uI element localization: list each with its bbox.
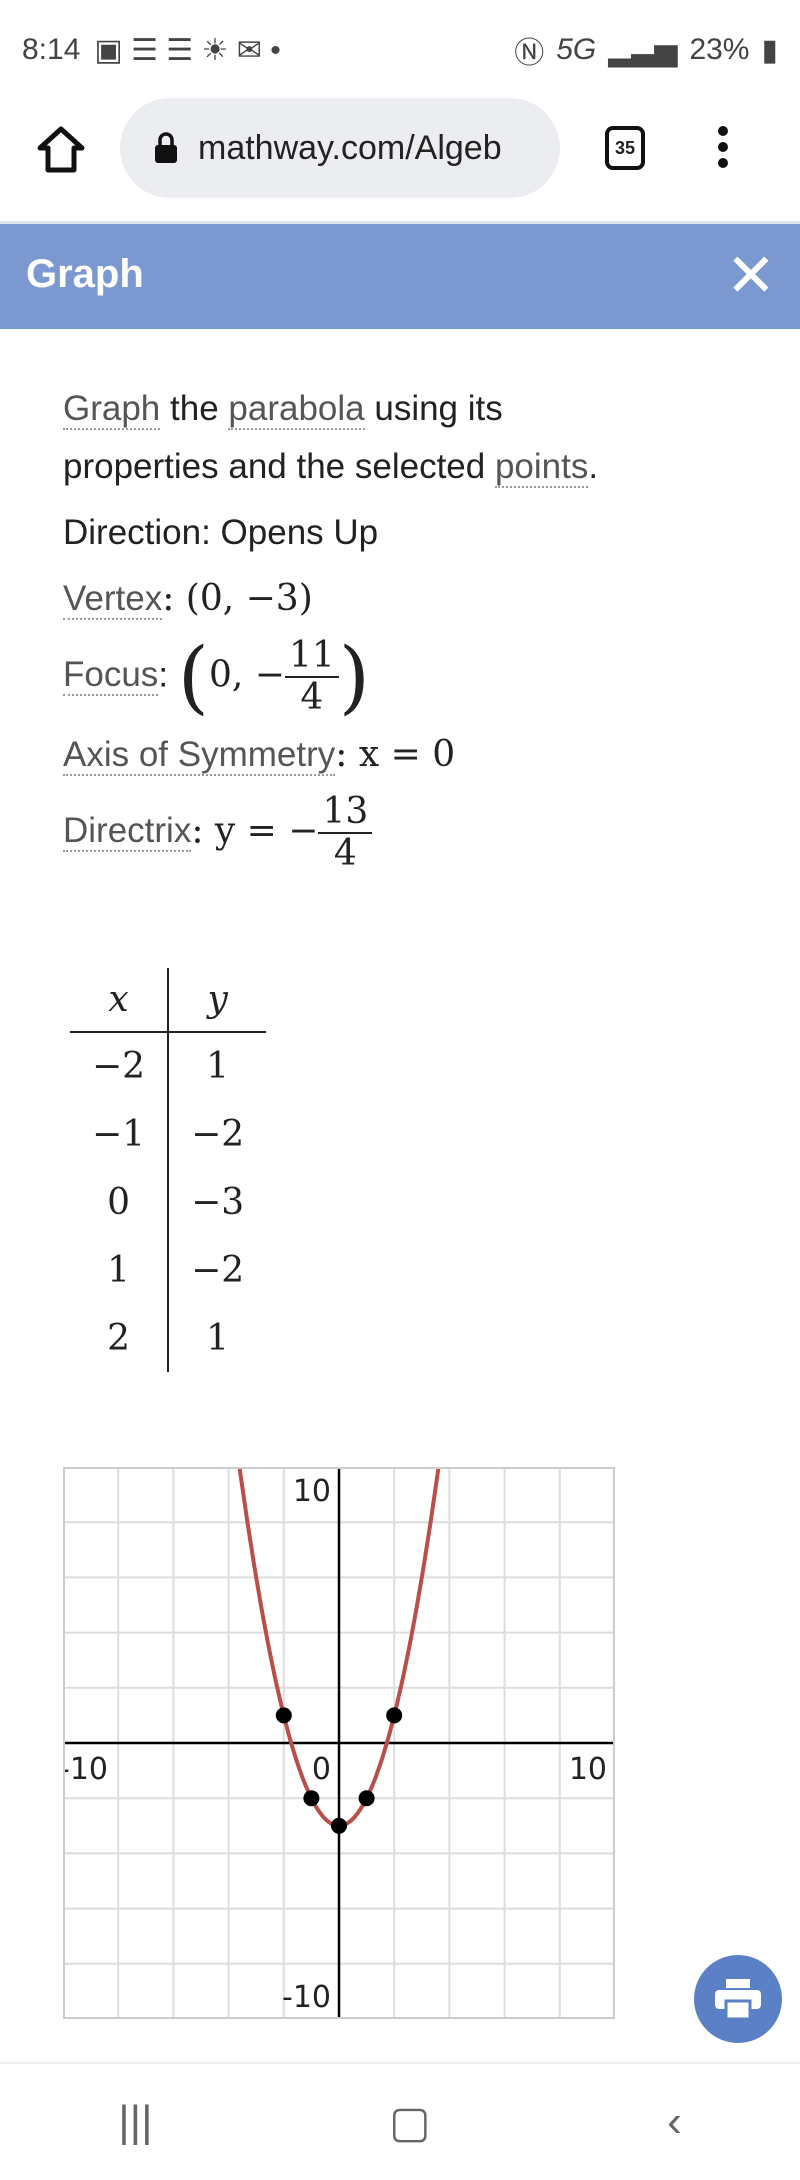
data-point — [386, 1707, 403, 1724]
fraction: 13 4 — [318, 792, 373, 874]
tab-switcher-button[interactable]: 35 — [605, 126, 645, 170]
lock-icon — [155, 132, 177, 163]
vertex: Vertex: (0, −3) — [63, 570, 763, 628]
parabola-graph: -10 0 10 10 -10 — [63, 1467, 615, 2019]
x-tick-label: 0 — [312, 1752, 331, 1787]
back-icon[interactable]: ‹ — [667, 2097, 682, 2147]
table-row: −2 1 — [70, 1032, 266, 1100]
data-point — [303, 1790, 320, 1807]
direction: Direction: Opens Up — [63, 513, 379, 552]
directrix-value: : y = − — [191, 810, 319, 852]
graph-header: Graph ✕ — [0, 221, 800, 329]
system-nav-bar: ||| ▢ ‹ — [0, 2062, 800, 2180]
signal-icon: ▂▃▅ — [608, 33, 678, 67]
data-point — [331, 1817, 347, 1834]
cell-x: 1 — [70, 1236, 170, 1304]
print-button[interactable] — [694, 1955, 782, 2043]
focus-value: 0, − — [208, 654, 285, 696]
home-icon[interactable] — [36, 126, 86, 174]
browser-toolbar: mathway.com/Algeb 35 — [0, 98, 800, 218]
y-tick-label: -10 — [282, 1980, 331, 2015]
x-tick-label: 10 — [569, 1752, 607, 1787]
cell-x: −1 — [70, 1100, 170, 1168]
nfc-icon: Ⓝ — [514, 37, 545, 70]
cell-y: −2 — [191, 1113, 245, 1155]
link-parabola[interactable]: parabola — [228, 389, 365, 430]
axis-value: : x = 0 — [335, 734, 456, 775]
fraction: 11 4 — [284, 636, 339, 718]
more-menu-icon[interactable] — [718, 126, 728, 168]
header-y: y — [168, 968, 267, 1033]
cell-x: 2 — [70, 1304, 170, 1372]
data-point — [358, 1790, 375, 1807]
battery-icon: ▮ — [761, 33, 778, 67]
print-icon — [715, 1979, 761, 2019]
link-graph[interactable]: Graph — [63, 389, 161, 430]
clock: 8:14 — [22, 33, 81, 66]
close-icon[interactable]: ✕ — [726, 246, 776, 306]
cell-y: −2 — [191, 1249, 245, 1291]
address-bar[interactable]: mathway.com/Algeb — [120, 98, 560, 198]
text: using its — [364, 389, 503, 428]
table-row: 1 −2 — [70, 1236, 266, 1304]
text: properties and the selected — [63, 447, 495, 486]
link-vertex[interactable]: Vertex — [63, 579, 163, 620]
solution-content: Graph the parabola using its properties … — [63, 380, 763, 882]
recent-apps-icon[interactable]: ||| — [118, 2097, 152, 2147]
text: . — [588, 447, 599, 486]
directrix: Directrix: y = −13 4 — [63, 792, 763, 874]
intro-text: Graph the parabola using its properties … — [63, 380, 763, 496]
notification-icons: ▣ ☰ ☰ ☀ ✉ • — [94, 33, 281, 67]
axis-of-symmetry: Axis of Symmetry: x = 0 — [63, 726, 763, 784]
cell-y: −3 — [191, 1181, 245, 1223]
home-button-icon[interactable]: ▢ — [389, 2097, 431, 2148]
link-points[interactable]: points — [494, 447, 589, 488]
link-axis-of-symmetry[interactable]: Axis of Symmetry — [63, 735, 336, 776]
data-point — [275, 1707, 292, 1724]
url-text: mathway.com/Algeb — [198, 128, 502, 167]
header-title: Graph — [26, 252, 144, 296]
cell-x: −2 — [70, 1032, 170, 1100]
points-table: xy −2 1 −1 −2 0 −3 1 −2 2 1 — [70, 968, 267, 1372]
y-tick-label: 10 — [293, 1474, 331, 1509]
vertex-value: : (0, −3) — [162, 578, 313, 619]
text: the — [160, 389, 229, 428]
header-x: x — [70, 968, 170, 1033]
cell-x: 0 — [70, 1168, 170, 1236]
link-directrix[interactable]: Directrix — [63, 811, 192, 853]
battery-level: 23% — [689, 33, 750, 66]
focus: Focus: (0, −11 4) — [63, 630, 370, 723]
network-type: 5G — [556, 33, 597, 66]
x-tick-label: -10 — [63, 1752, 108, 1787]
table-row: 21 — [70, 1304, 266, 1372]
table-row: −1 −2 — [70, 1100, 266, 1168]
status-bar: 8:14 ▣ ☰ ☰ ☀ ✉ • Ⓝ 5G ▂▃▅ 23% ▮ — [0, 0, 800, 100]
cell-y: 1 — [206, 1317, 230, 1359]
link-focus[interactable]: Focus — [63, 655, 159, 697]
cell-y: 1 — [206, 1046, 230, 1087]
table-row: 0 −3 — [70, 1168, 266, 1236]
